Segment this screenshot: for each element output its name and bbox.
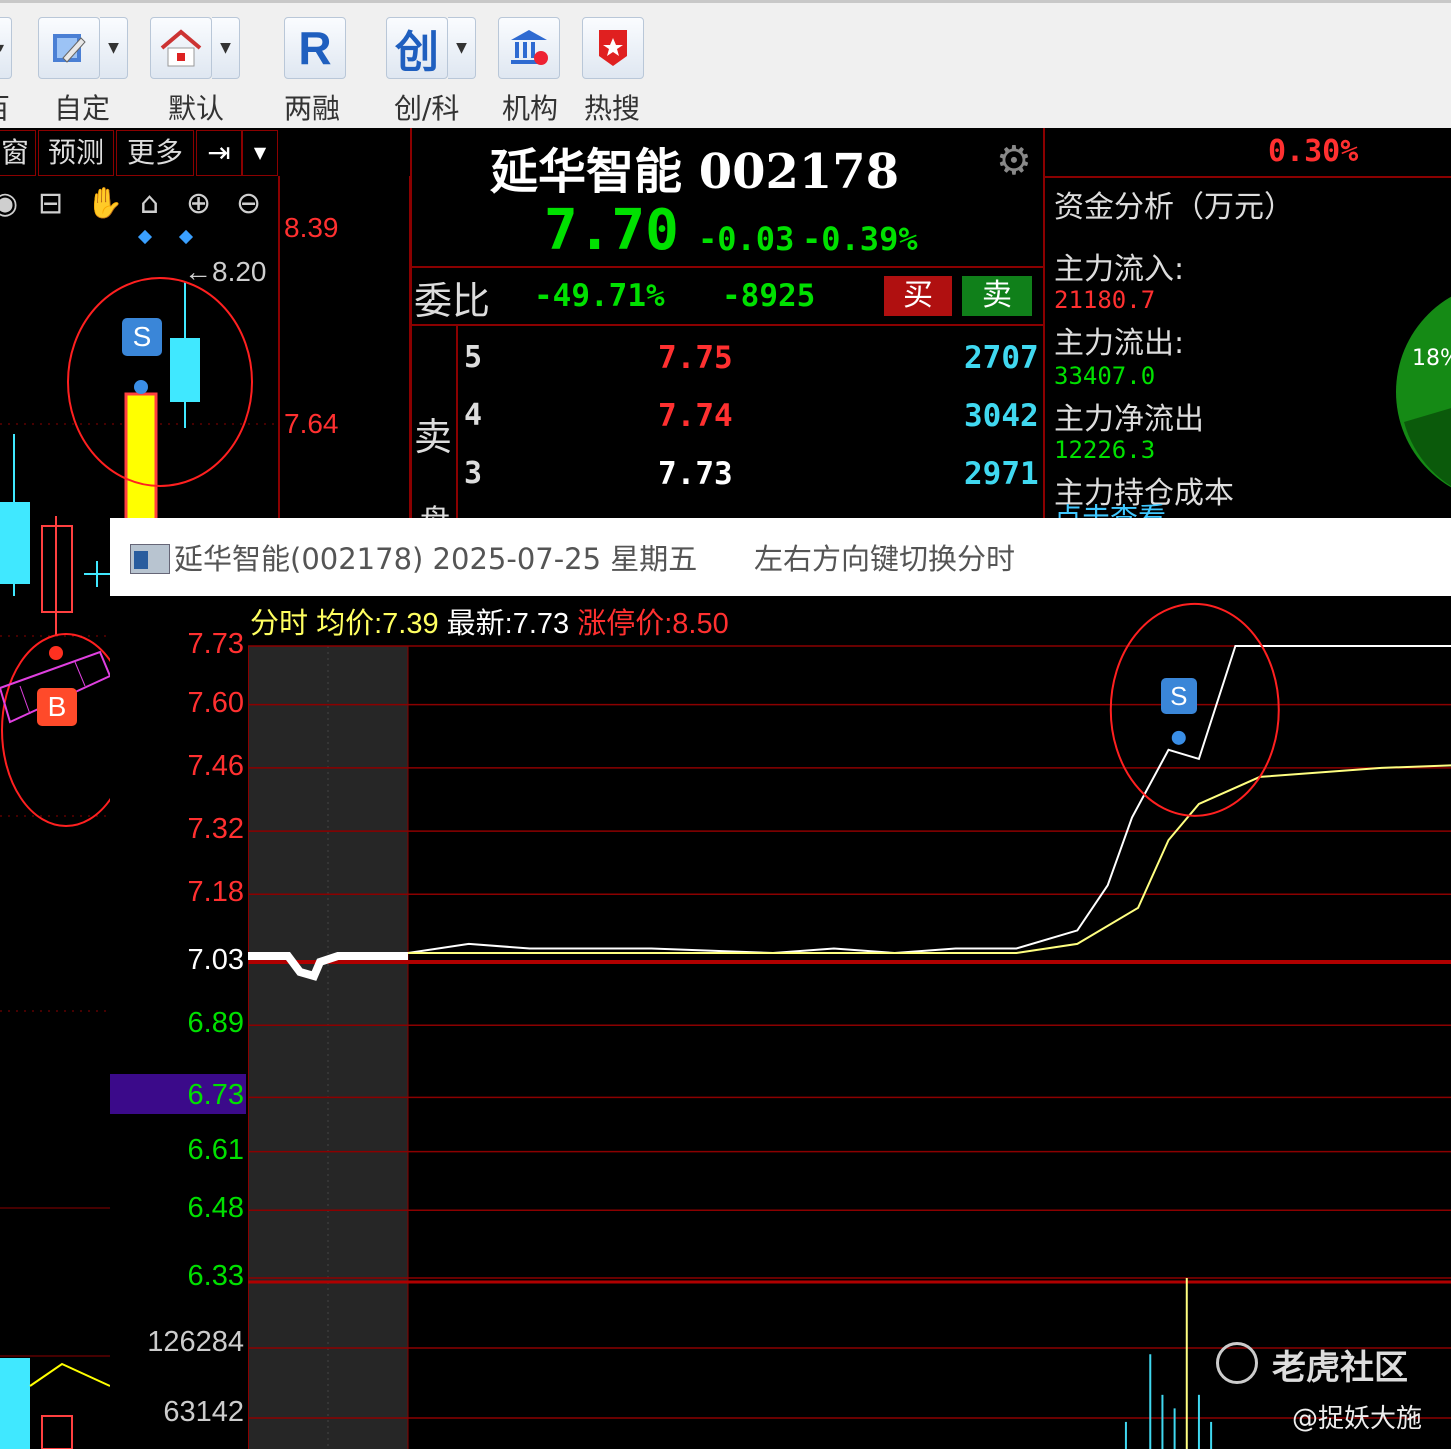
net-outflow-label: 主力净流出	[1054, 402, 1204, 437]
chevron-down-icon[interactable]: ▼	[212, 17, 240, 79]
average-price-line	[408, 764, 1451, 954]
intraday-chart	[248, 602, 1451, 1449]
ask-level: 5	[464, 340, 483, 375]
ask-level: 3	[464, 456, 483, 491]
divider	[412, 266, 1043, 268]
bank-icon	[498, 17, 560, 79]
net-outflow-value: 12226.3	[1054, 436, 1156, 464]
weibi-pct: -49.71%	[534, 278, 665, 314]
chevron-down-icon[interactable]: ▼	[448, 17, 476, 79]
price-change: -0.03	[698, 220, 795, 258]
gear-icon[interactable]: ⚙	[996, 138, 1032, 184]
divider	[456, 326, 458, 518]
price-change-pct: -0.39%	[802, 220, 918, 258]
margin-label: 两融	[284, 92, 341, 125]
current-price: 7.70	[544, 198, 679, 263]
axis-label-mid: 7.64	[284, 408, 339, 439]
watermark-author: @捉妖大施	[1292, 1404, 1423, 1434]
tab-expand[interactable]: ⇥	[196, 130, 242, 176]
custom-label: 自定	[54, 92, 111, 125]
y-tick-label: 6.89	[187, 1007, 244, 1040]
outflow-label: 主力流出:	[1054, 326, 1185, 361]
weibi-label: 委比	[414, 279, 491, 323]
tab-forecast[interactable]: 预测	[38, 130, 114, 176]
watermark-brand: 老虎社区	[1272, 1348, 1408, 1388]
sell-side-label: 卖	[414, 415, 453, 459]
click-view-link[interactable]: 点击查看	[1054, 504, 1166, 518]
hot-search-icon	[582, 17, 644, 79]
partial-label: 百	[0, 87, 10, 127]
ask-level: 4	[464, 398, 483, 433]
institution-label: 机构	[502, 92, 559, 125]
popup-title: 延华智能(002178) 2025-07-25 星期五	[174, 542, 698, 576]
ask-price: 7.74	[658, 398, 733, 434]
home-icon	[150, 17, 212, 79]
ask-volume: 2707	[964, 340, 1039, 376]
window-icon	[130, 544, 170, 574]
sell-side-label-2: 盘	[420, 496, 450, 518]
divider	[412, 324, 1043, 326]
toolbar: ▾ 百 ▼ 自定 ▼ 默认 R 两融 创 ▼ 创/科 机构 热搜	[0, 0, 1451, 128]
high-price-label: ←8.20	[184, 256, 267, 287]
intraday-popup: 延华智能(002178) 2025-07-25 星期五 左右方向键切换分时 分时…	[110, 518, 1451, 1449]
chevron-down-icon[interactable]: ▼	[100, 17, 128, 79]
sell-marker: S	[122, 318, 162, 356]
tab-dropdown[interactable]: ▼	[242, 130, 278, 176]
y-tick-label: 6.61	[187, 1133, 244, 1166]
price-line	[407, 645, 1451, 955]
buy-marker: B	[37, 688, 77, 726]
default-label: 默认	[168, 92, 225, 125]
y-tick-label: 6.48	[187, 1192, 244, 1225]
y-tick-label: 7.73	[187, 628, 244, 660]
inflow-label: 主力流入:	[1054, 252, 1185, 287]
y-tick-label: 7.60	[187, 686, 244, 719]
y-tick-label: 7.03	[187, 944, 244, 976]
fund-pie-chart	[1396, 296, 1451, 488]
r-icon: R	[284, 17, 346, 79]
partial-dropdown[interactable]: ▾	[0, 17, 12, 79]
hot-search-label: 热搜	[584, 92, 641, 125]
y-tick-label: 7.32	[187, 813, 244, 846]
divider	[410, 128, 412, 518]
stock-title: 延华智能 002178	[490, 144, 900, 200]
ask-volume: 3042	[964, 398, 1039, 434]
vol-label-mid: 63142	[163, 1396, 244, 1428]
edit-icon	[38, 17, 100, 79]
y-tick-label: 6.73	[187, 1079, 244, 1112]
y-tick-label: 7.18	[187, 876, 244, 909]
popup-hint: 左右方向键切换分时	[754, 542, 1016, 576]
outflow-value: 33407.0	[1054, 362, 1156, 390]
fund-title: 资金分析（万元）	[1054, 190, 1294, 225]
ask-volume: 2971	[964, 456, 1039, 492]
weicha: -8925	[722, 278, 816, 314]
tab-more[interactable]: 更多	[116, 130, 194, 176]
sell-button[interactable]: 卖	[962, 276, 1032, 316]
tiger-logo-icon	[1216, 1342, 1258, 1384]
chuang-label: 创/科	[394, 92, 460, 125]
divider	[1043, 128, 1045, 518]
buy-button[interactable]: 买	[884, 276, 952, 316]
divider	[1045, 176, 1451, 178]
axis-label-top: 8.39	[284, 212, 339, 243]
y-tick-label: 6.33	[187, 1260, 244, 1292]
marker-dot	[1171, 730, 1186, 745]
ask-price: 7.75	[658, 340, 733, 376]
fund-pct: 0.30%	[1268, 134, 1359, 169]
popup-titlebar[interactable]: 延华智能(002178) 2025-07-25 星期五 左右方向键切换分时	[110, 518, 1451, 596]
chuang-icon: 创	[386, 17, 448, 79]
vol-label-high: 126284	[147, 1326, 244, 1358]
tab-window[interactable]: 窗	[0, 130, 36, 176]
y-tick-label: 7.46	[187, 749, 244, 782]
sell-marker: S	[1160, 677, 1197, 714]
pie-label: 18%	[1412, 346, 1451, 371]
ask-price: 7.73	[658, 456, 733, 492]
inflow-value: 21180.7	[1054, 286, 1156, 314]
